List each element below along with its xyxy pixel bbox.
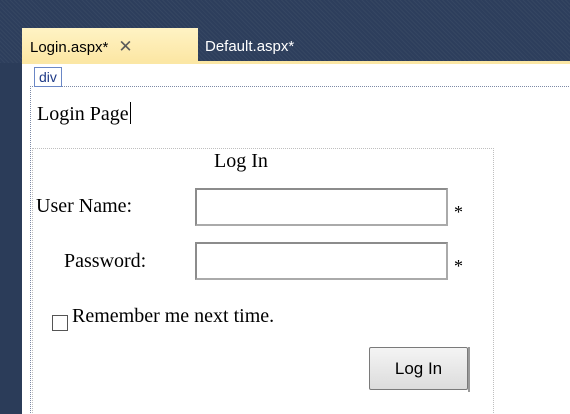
tab-default-aspx[interactable]: Default.aspx* bbox=[205, 28, 302, 63]
remember-me-checkbox[interactable] bbox=[52, 315, 68, 331]
tab-label: Default.aspx* bbox=[205, 38, 295, 55]
element-tag-label[interactable]: div bbox=[34, 67, 62, 87]
design-surface[interactable]: div Login Page Log In User Name: * Passw… bbox=[22, 64, 570, 414]
tab-login-aspx[interactable]: Login.aspx* ✕ bbox=[22, 28, 198, 63]
password-required-marker: * bbox=[454, 256, 463, 276]
login-heading: Log In bbox=[214, 150, 268, 172]
login-button-shadow bbox=[468, 347, 470, 392]
text-caret bbox=[129, 102, 131, 124]
remember-me-label[interactable]: Remember me next time. bbox=[72, 305, 274, 328]
username-label: User Name: bbox=[36, 195, 133, 217]
username-required-marker: * bbox=[454, 202, 463, 222]
password-field[interactable] bbox=[195, 242, 448, 280]
username-field[interactable] bbox=[195, 188, 448, 226]
page-title[interactable]: Login Page bbox=[37, 102, 131, 126]
login-button[interactable]: Log In bbox=[369, 347, 468, 390]
close-icon[interactable]: ✕ bbox=[118, 38, 132, 55]
tab-label: Login.aspx* bbox=[30, 39, 109, 56]
password-label: Password: bbox=[64, 250, 147, 272]
